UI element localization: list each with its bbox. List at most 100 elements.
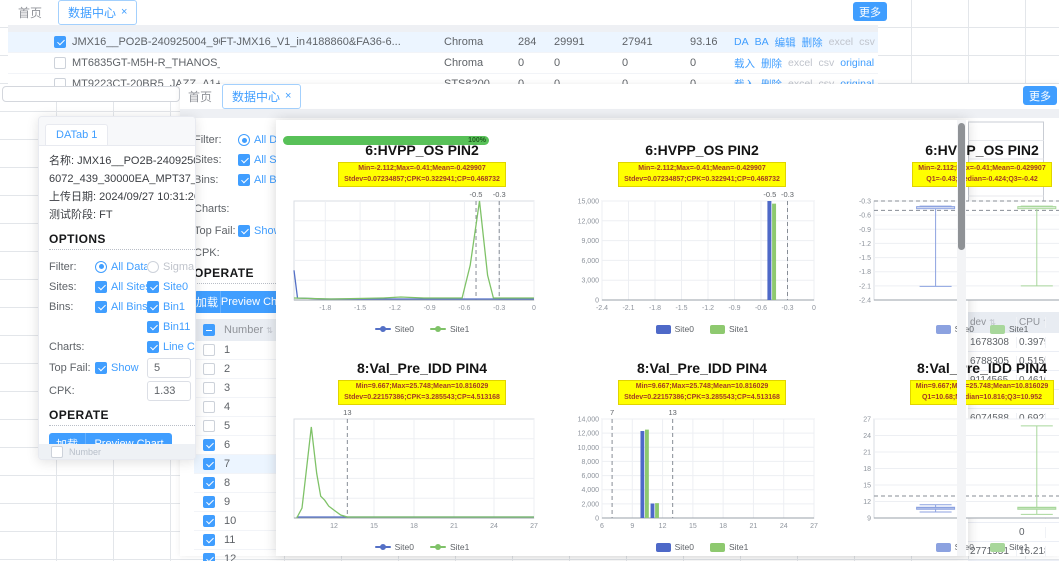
sites-label: Sites: [49,281,95,293]
chart-card: 8:Val_Pre_IDD PIN4Min=9.667;Max=25.748;M… [564,360,840,561]
svg-text:-0.5: -0.5 [763,190,776,199]
legend-item[interactable]: Site0 [375,542,414,552]
legend-label: Site1 [729,324,748,334]
svg-text:-1.8: -1.8 [859,269,871,276]
table-row[interactable]: MT6835GT-M5H-R_THANOS_B1+QMG1...Chroma00… [8,53,878,74]
top-fail-input[interactable]: 5 [147,358,191,378]
bin1-checkbox[interactable]: Bin1 [147,301,195,313]
table-row[interactable]: JMX16__PO2B-240925004_9098_FT_20...FT-JM… [8,32,878,53]
legend-item[interactable]: Site1 [430,542,469,552]
chart-card: 8:Val_Pre_IDD PIN4Min=9.667;Max=25.748;M… [844,360,1059,561]
legend-item[interactable]: Site0 [656,324,694,334]
select-all-checkbox[interactable] [203,324,215,336]
legend-item[interactable]: Site1 [990,324,1028,334]
row-checkbox[interactable] [54,57,66,69]
action-link-delete[interactable]: 删除 [761,56,782,71]
bins-all[interactable]: All Bins [95,301,147,313]
row-checkbox[interactable] [203,401,215,413]
close-icon[interactable]: × [121,7,127,18]
checkbox-label: Bin1 [163,301,185,313]
checkbox-label: Site0 [163,281,188,293]
row-checkbox[interactable] [203,553,215,561]
row-checkbox[interactable] [203,344,215,356]
top-fail-label: Top Fail: [194,225,238,237]
sort-icon: ⇅ [266,326,273,335]
legend-label: Site1 [729,542,748,552]
chart-title: 6:HVPP_OS PIN2 [564,142,840,160]
row-checkbox[interactable] [203,458,215,470]
table-cell: 29991 [554,36,622,48]
radio-icon [147,261,159,273]
action-link-original[interactable]: original [840,57,874,69]
load-button[interactable]: 加载 [194,291,221,313]
svg-text:12,000: 12,000 [578,431,600,438]
row-actions: DABA编辑删除excelcsvoriginal [734,35,878,50]
row-checkbox[interactable] [203,420,215,432]
row-number: 1 [224,344,284,356]
site0-checkbox[interactable]: Site0 [147,281,195,293]
filter-all-data[interactable]: All Data [95,261,147,273]
chart-legend: Site0 Site1 [284,322,560,336]
bin11-checkbox[interactable]: Bin11 [147,321,195,333]
action-link-edit[interactable]: 编辑 [775,35,796,50]
svg-text:13: 13 [343,408,351,417]
datab-tab-header: DATab 1 [39,117,195,146]
annotation-line: Min=-2.112;Max=-0.41;Mean=-0.429907 [344,164,500,175]
footer-input[interactable] [2,86,180,102]
divider [49,425,195,426]
legend-item[interactable]: Site1 [710,542,748,552]
tab-data-center-label: 数据中心 [68,4,116,21]
legend-square-icon [656,325,671,334]
scrollbar-thumb[interactable] [958,123,965,250]
checkbox-icon [147,301,159,313]
svg-text:-1.2: -1.2 [702,305,714,312]
row-checkbox[interactable] [203,477,215,489]
more-button[interactable]: 更多 [853,2,887,21]
more-button[interactable]: 更多 [1023,86,1057,105]
legend-item[interactable]: Site1 [430,324,469,334]
action-link-delete[interactable]: 删除 [802,35,823,50]
row-checkbox[interactable] [203,439,215,451]
row-checkbox[interactable] [203,515,215,527]
tab-home[interactable]: 首页 [12,2,48,23]
close-icon[interactable]: × [285,91,291,102]
tab-data-center[interactable]: 数据中心 × [58,0,137,25]
svg-text:12: 12 [659,523,667,530]
action-link-da[interactable]: DA [734,36,749,48]
svg-text:15: 15 [689,523,697,530]
legend-square-icon [710,325,725,334]
tab-data-center[interactable]: 数据中心 × [222,84,301,109]
table-cell: FT-JMX16_V1_in... [220,36,306,48]
table-cell: MT6835GT-M5H-R_THANOS_B1+QMG1... [72,57,220,69]
legend-line-icon [375,546,391,548]
annotation-line: Min=9.667;Max=25.748;Mean=10.816029 [624,382,780,393]
row-checkbox[interactable] [203,363,215,375]
row-checkbox[interactable] [203,534,215,546]
row-checkbox[interactable] [203,496,215,508]
top-fail-show[interactable]: Show [95,362,147,374]
row-checkbox[interactable] [54,36,66,48]
legend-item[interactable]: Site1 [990,542,1028,552]
legend-line-icon [430,328,446,330]
row-checkbox[interactable] [203,382,215,394]
line-chart-checkbox[interactable]: Line Chart [147,341,195,353]
number-column-header[interactable]: Number⇅ [224,324,273,336]
legend-item[interactable]: Site1 [710,324,748,334]
action-link-load[interactable]: 载入 [734,56,755,71]
checkbox-icon [147,341,159,353]
tab-home[interactable]: 首页 [188,88,212,105]
action-link-ba[interactable]: BA [755,36,769,48]
legend-item[interactable]: Site0 [936,542,974,552]
charts-label: Charts: [49,341,95,353]
select-all-checkbox[interactable] [51,446,63,458]
legend-label: Site0 [675,542,694,552]
datab-tab[interactable]: DATab 1 [45,124,108,145]
sites-all[interactable]: All Sites [95,281,147,293]
legend-item[interactable]: Site0 [375,324,414,334]
filter-sigma[interactable]: Sigma [147,261,195,273]
legend-item[interactable]: Site0 [936,324,974,334]
scrollbar-track[interactable] [957,120,966,556]
cpk-input[interactable]: 1.33 [147,381,191,401]
legend-item[interactable]: Site0 [656,542,694,552]
svg-text:27: 27 [863,417,871,424]
